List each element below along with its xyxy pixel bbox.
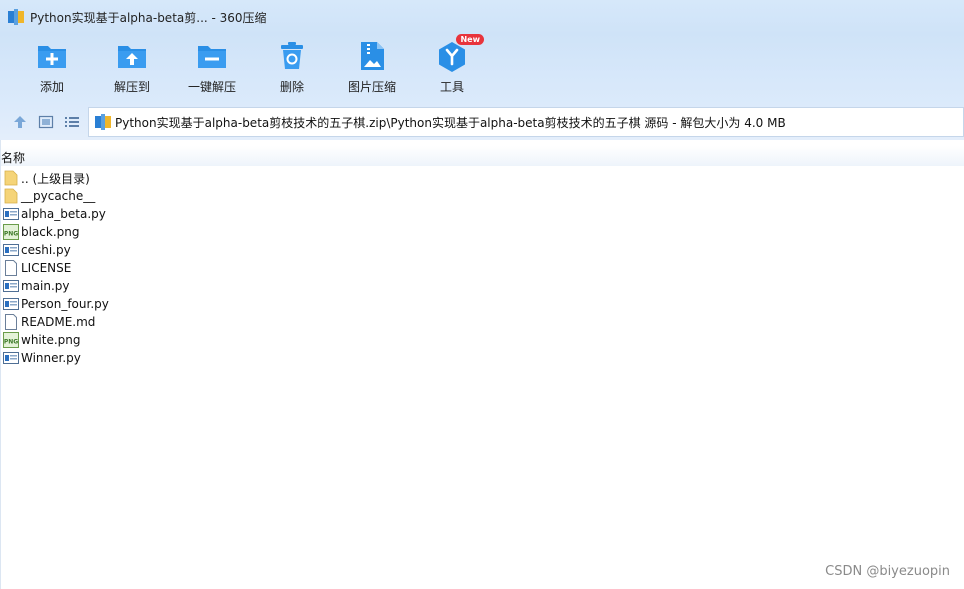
- path-field[interactable]: Python实现基于alpha-beta剪枝技术的五子棋.zip\Python实…: [88, 107, 964, 137]
- list-view-icon[interactable]: [64, 114, 80, 130]
- one-click-extract-label: 一键解压: [187, 80, 236, 94]
- folder-icon: [3, 188, 19, 204]
- trash-icon: [276, 40, 308, 72]
- file-name: ceshi.py: [21, 243, 71, 257]
- app-logo-icon: [8, 9, 24, 25]
- list-item[interactable]: PNG white.png: [0, 331, 964, 349]
- list-item[interactable]: main.py: [0, 277, 964, 295]
- window-title: Python实现基于alpha-beta剪... - 360压缩: [30, 10, 267, 25]
- file-name: Winner.py: [21, 351, 81, 365]
- file-name: main.py: [21, 279, 70, 293]
- tools-icon: New: [436, 34, 484, 72]
- image-compress-label: 图片压缩: [347, 80, 396, 94]
- image-compress-button[interactable]: 图片压缩: [337, 40, 407, 100]
- path-text: Python实现基于alpha-beta剪枝技术的五子棋.zip\Python实…: [115, 115, 786, 130]
- extract-to-icon: [116, 40, 148, 72]
- python-file-icon: [3, 242, 19, 258]
- folder-icon: [3, 170, 19, 186]
- toolbar: 添加 解压到 一键解压 删除 图片压缩 New 工具: [0, 34, 964, 104]
- image-compress-icon: [356, 40, 388, 72]
- svg-text:PNG: PNG: [4, 231, 18, 238]
- list-item[interactable]: LICENSE: [0, 259, 964, 277]
- thumbnail-view-icon[interactable]: [38, 114, 54, 130]
- title-bar: Python实现基于alpha-beta剪... - 360压缩: [0, 0, 964, 34]
- list-item[interactable]: __pycache__: [0, 187, 964, 205]
- png-file-icon: PNG: [3, 332, 19, 348]
- archive-icon: [95, 114, 111, 130]
- add-label: 添加: [39, 80, 64, 94]
- file-name: .. (上级目录): [21, 171, 90, 186]
- file-name: LICENSE: [21, 261, 72, 275]
- document-icon: [3, 260, 19, 276]
- python-file-icon: [3, 206, 19, 222]
- extract-to-label: 解压到: [113, 80, 150, 94]
- list-item[interactable]: .. (上级目录): [0, 169, 964, 187]
- document-icon: [3, 314, 19, 330]
- up-arrow-icon[interactable]: [12, 114, 28, 130]
- python-file-icon: [3, 278, 19, 294]
- list-item[interactable]: Person_four.py: [0, 295, 964, 313]
- column-name-header[interactable]: 名称: [1, 149, 25, 166]
- add-button[interactable]: 添加: [17, 40, 87, 100]
- delete-button[interactable]: 删除: [257, 40, 327, 100]
- one-click-extract-icon: [196, 40, 228, 72]
- tools-button[interactable]: New 工具: [417, 34, 487, 100]
- list-item[interactable]: Winner.py: [0, 349, 964, 367]
- list-item[interactable]: alpha_beta.py: [0, 205, 964, 223]
- file-name: __pycache__: [21, 189, 96, 203]
- extract-to-button[interactable]: 解压到: [97, 40, 167, 100]
- file-name: alpha_beta.py: [21, 207, 106, 221]
- png-file-icon: PNG: [3, 224, 19, 240]
- address-bar: Python实现基于alpha-beta剪枝技术的五子棋.zip\Python实…: [0, 104, 964, 140]
- add-folder-icon: [36, 40, 68, 72]
- list-item[interactable]: ceshi.py: [0, 241, 964, 259]
- watermark: CSDN @biyezuopin: [825, 564, 950, 579]
- list-item[interactable]: README.md: [0, 313, 964, 331]
- file-name: black.png: [21, 225, 80, 239]
- file-list: .. (上级目录) __pycache__ alpha_beta.py PNG …: [0, 169, 964, 367]
- tools-label: 工具: [439, 80, 464, 94]
- column-header: 名称: [0, 146, 964, 166]
- file-name: white.png: [21, 333, 81, 347]
- file-name: Person_four.py: [21, 297, 109, 311]
- python-file-icon: [3, 296, 19, 312]
- one-click-extract-button[interactable]: 一键解压: [177, 40, 247, 100]
- svg-text:PNG: PNG: [4, 339, 18, 346]
- delete-label: 删除: [279, 80, 304, 94]
- file-name: README.md: [21, 315, 96, 329]
- list-item[interactable]: PNG black.png: [0, 223, 964, 241]
- python-file-icon: [3, 350, 19, 366]
- new-badge: New: [456, 34, 484, 45]
